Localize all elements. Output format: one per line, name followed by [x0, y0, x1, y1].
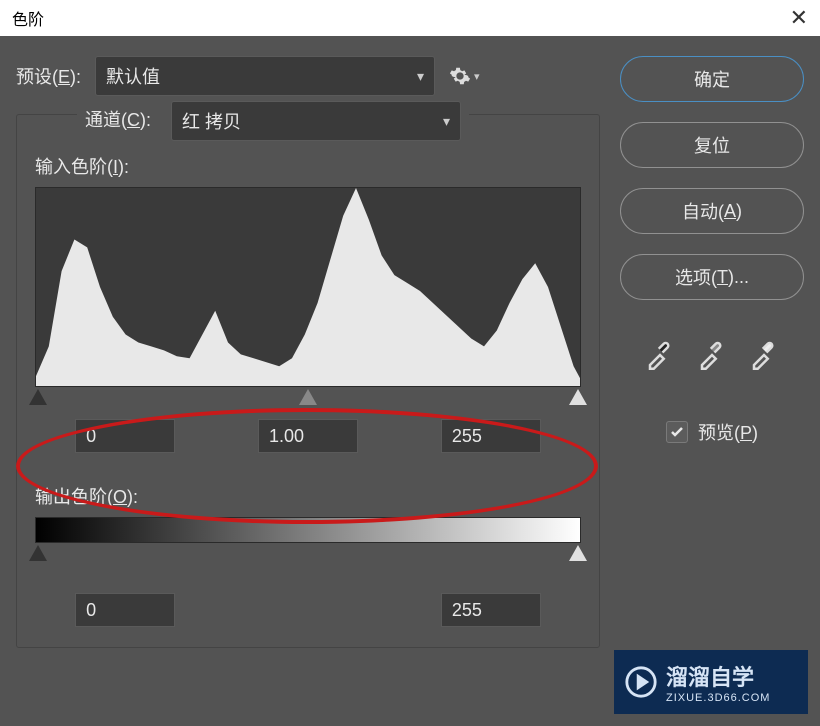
output-shadow-field[interactable]: 0 — [75, 593, 175, 627]
chevron-down-icon: ▾ — [474, 70, 480, 83]
output-slider-track[interactable] — [35, 545, 581, 565]
right-panel: 确定 复位 自动(A) 选项(T)... 预览(P) — [620, 56, 804, 648]
levels-fieldset: 通道(C): 红 拷贝 ▾ 输入色阶(I): — [16, 114, 600, 648]
midtone-slider-handle[interactable] — [299, 389, 317, 405]
input-highlight-field[interactable]: 255 — [441, 419, 541, 453]
input-values-row: 0 1.00 255 — [35, 419, 581, 453]
white-point-eyedropper-icon[interactable] — [749, 340, 779, 375]
eyedropper-row — [620, 340, 804, 375]
preset-label: 预设(E): — [16, 63, 81, 89]
preset-row: 预设(E): 默认值 ▾ ▾ — [16, 56, 600, 96]
channel-value: 红 拷贝 — [182, 108, 241, 134]
input-levels-label: 输入色阶(I): — [35, 153, 581, 179]
reset-button[interactable]: 复位 — [620, 122, 804, 168]
histogram — [35, 187, 581, 387]
chevron-down-icon: ▾ — [443, 113, 450, 130]
window-title: 色阶 — [12, 6, 44, 30]
highlight-slider-handle[interactable] — [569, 389, 587, 405]
preset-menu-icon[interactable]: ▾ — [449, 65, 480, 87]
input-mid-field[interactable]: 1.00 — [258, 419, 358, 453]
output-shadow-handle[interactable] — [29, 545, 47, 561]
close-icon[interactable]: ✕ — [790, 5, 808, 31]
channel-select[interactable]: 红 拷贝 ▾ — [171, 101, 461, 141]
gray-point-eyedropper-icon[interactable] — [697, 340, 727, 375]
channel-row: 通道(C): 红 拷贝 ▾ — [77, 101, 469, 141]
input-shadow-field[interactable]: 0 — [75, 419, 175, 453]
output-highlight-field[interactable]: 255 — [441, 593, 541, 627]
preview-checkbox[interactable] — [666, 421, 688, 443]
output-levels-section: 输出色阶(O): 0 255 — [35, 483, 581, 627]
watermark-url: ZIXUE.3D66.COM — [666, 692, 770, 704]
output-levels-label: 输出色阶(O): — [35, 483, 581, 509]
output-highlight-handle[interactable] — [569, 545, 587, 561]
output-gradient — [35, 517, 581, 543]
ok-button[interactable]: 确定 — [620, 56, 804, 102]
shadow-slider-handle[interactable] — [29, 389, 47, 405]
titlebar: 色阶 ✕ — [0, 0, 820, 36]
preset-select[interactable]: 默认值 ▾ — [95, 56, 435, 96]
watermark-brand: 溜溜自学 — [666, 660, 770, 692]
input-levels-section: 输入色阶(I): 0 1.00 255 — [35, 153, 581, 453]
output-values-row: 0 255 — [35, 593, 581, 627]
preview-row: 预览(P) — [620, 419, 804, 445]
channel-label: 通道(C): — [85, 110, 156, 130]
watermark: 溜溜自学 ZIXUE.3D66.COM — [614, 650, 808, 714]
options-button[interactable]: 选项(T)... — [620, 254, 804, 300]
dialog-content: 预设(E): 默认值 ▾ ▾ 通道(C): 红 拷贝 ▾ — [0, 36, 820, 668]
auto-button[interactable]: 自动(A) — [620, 188, 804, 234]
chevron-down-icon: ▾ — [417, 68, 424, 85]
preset-value: 默认值 — [106, 63, 160, 89]
preview-label: 预览(P) — [698, 419, 758, 445]
input-slider-track[interactable] — [35, 389, 581, 409]
left-panel: 预设(E): 默认值 ▾ ▾ 通道(C): 红 拷贝 ▾ — [16, 56, 600, 648]
black-point-eyedropper-icon[interactable] — [645, 340, 675, 375]
